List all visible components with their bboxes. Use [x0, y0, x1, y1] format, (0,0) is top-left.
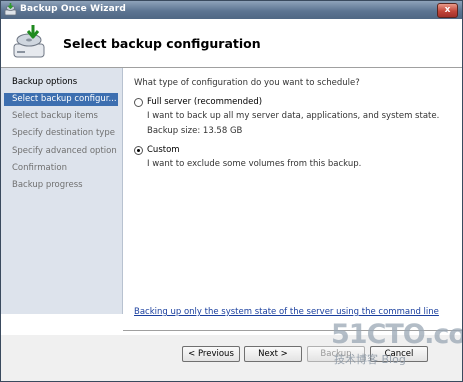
window-title: Backup Once Wizard [20, 4, 126, 14]
watermark-logo: 51CTO.com [331, 319, 462, 350]
command-line-help-link[interactable]: Backing up only the system state of the … [134, 307, 439, 317]
step-specify-destination-type[interactable]: Specify destination type [4, 127, 118, 140]
step-select-backup-configuration[interactable]: Select backup configur... [4, 93, 118, 106]
wizard-window: Backup Once Wizard x Select backup confi… [0, 0, 463, 382]
backup-app-icon [4, 3, 17, 16]
previous-button[interactable]: < Previous [182, 346, 240, 362]
title-bar[interactable]: Backup Once Wizard x [1, 1, 462, 19]
backup-disk-icon [13, 25, 45, 58]
wizard-content: What type of configuration do you want t… [123, 68, 462, 317]
close-icon: x [444, 5, 451, 15]
step-select-backup-items[interactable]: Select backup items [4, 110, 118, 123]
wizard-steps-sidebar: Backup options Select backup configur...… [1, 68, 123, 314]
custom-radio[interactable] [134, 146, 143, 155]
wizard-header: Select backup configuration [1, 19, 462, 68]
step-confirmation[interactable]: Confirmation [4, 162, 118, 175]
custom-label[interactable]: Custom [147, 145, 180, 155]
radio-selected-dot [137, 149, 140, 152]
full-server-label[interactable]: Full server (recommended) [147, 97, 262, 107]
close-button[interactable]: x [437, 3, 458, 18]
step-specify-advanced-option[interactable]: Specify advanced option [4, 145, 118, 158]
full-server-radio[interactable] [134, 98, 143, 107]
backup-size: Backup size: 13.58 GB [147, 126, 243, 136]
configuration-question: What type of configuration do you want t… [134, 78, 360, 88]
step-backup-progress[interactable]: Backup progress [4, 179, 118, 192]
watermark-tagline: 技术博客 Blog [334, 353, 406, 366]
custom-description: I want to exclude some volumes from this… [147, 159, 362, 169]
page-title: Select backup configuration [63, 36, 261, 51]
full-server-description: I want to back up all my server data, ap… [147, 111, 440, 121]
next-button[interactable]: Next > [244, 346, 302, 362]
sidebar-heading: Backup options [12, 77, 78, 87]
